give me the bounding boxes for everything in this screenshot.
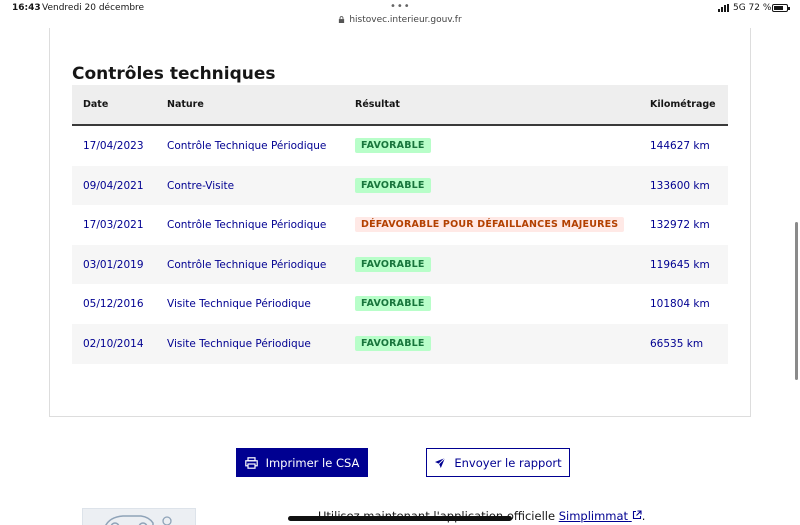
cell-result: FAVORABLE <box>355 335 431 351</box>
table-row: 05/12/2016 Visite Technique Périodique F… <box>72 284 728 324</box>
cell-result: FAVORABLE <box>355 256 431 272</box>
send-icon <box>435 457 446 468</box>
battery-fill <box>774 6 783 10</box>
cell-km: 132972 km <box>650 219 710 232</box>
status-badge: FAVORABLE <box>355 256 431 272</box>
header-km: Kilométrage <box>650 99 716 110</box>
status-badge: DÉFAVORABLE POUR DÉFAILLANCES MAJEURES <box>355 217 625 233</box>
cell-result: DÉFAVORABLE POUR DÉFAILLANCES MAJEURES <box>355 217 625 233</box>
status-badge: FAVORABLE <box>355 335 431 351</box>
cell-nature: Contrôle Technique Périodique <box>167 219 327 232</box>
table-row: 17/03/2021 Contrôle Technique Périodique… <box>72 205 728 245</box>
table-header: Date Nature Résultat Kilométrage <box>72 85 728 126</box>
external-link-icon <box>632 510 642 520</box>
cell-date: 05/12/2016 <box>83 298 144 311</box>
battery-icon <box>772 4 790 12</box>
cell-km: 119645 km <box>650 258 710 271</box>
cell-result: FAVORABLE <box>355 177 431 193</box>
inspections-table: Date Nature Résultat Kilométrage 17/04/2… <box>72 85 728 364</box>
cell-km: 66535 km <box>650 337 704 350</box>
send-report-button[interactable]: Envoyer le rapport <box>426 448 570 477</box>
cell-nature: Visite Technique Périodique <box>167 337 311 350</box>
printer-icon <box>244 456 258 469</box>
status-date: Vendredi 20 décembre <box>42 3 145 13</box>
status-badge: FAVORABLE <box>355 296 431 312</box>
header-nature: Nature <box>167 99 204 110</box>
header-date: Date <box>83 99 109 110</box>
cell-result: FAVORABLE <box>355 138 431 153</box>
cell-nature: Contrôle Technique Périodique <box>167 140 327 152</box>
cell-nature: Contre-Visite <box>167 179 235 192</box>
cell-km: 101804 km <box>650 298 710 311</box>
url-text: histovec.interieur.gouv.fr <box>349 15 462 25</box>
lock-icon <box>339 16 345 23</box>
app-promo-suffix: . <box>641 509 646 523</box>
cell-date: 09/04/2021 <box>83 179 144 192</box>
cell-date: 17/03/2021 <box>83 219 144 232</box>
app-promo-image <box>82 508 196 525</box>
table-row: 17/04/2023 Contrôle Technique Périodique… <box>72 126 728 166</box>
cell-result: FAVORABLE <box>355 296 431 312</box>
address-bar[interactable]: histovec.interieur.gouv.fr <box>0 15 800 25</box>
cell-km: 133600 km <box>650 179 710 192</box>
cell-date: 02/10/2014 <box>83 337 144 350</box>
status-bar: 16:43 Vendredi 20 décembre ••• histovec.… <box>0 0 800 30</box>
section-title: Contrôles techniques <box>72 64 276 84</box>
table-row: 02/10/2014 Visite Technique Périodique F… <box>72 323 728 364</box>
status-badge: FAVORABLE <box>355 138 431 153</box>
more-dots-icon[interactable]: ••• <box>390 1 411 12</box>
print-button-label: Imprimer le CSA <box>265 455 360 470</box>
cell-nature: Visite Technique Périodique <box>167 298 311 311</box>
car-illustration-icon <box>105 515 172 525</box>
cell-date: 17/04/2023 <box>83 140 144 152</box>
send-button-label: Envoyer le rapport <box>454 455 562 470</box>
page-scrollbar[interactable] <box>795 222 798 380</box>
simplimmat-link[interactable]: Simplimmat <box>559 509 642 523</box>
network-status: 5G 72 % <box>733 3 772 13</box>
signal-icon <box>718 4 732 12</box>
cell-km: 144627 km <box>650 140 710 152</box>
home-indicator[interactable] <box>288 516 512 521</box>
status-time: 16:43 <box>12 3 41 13</box>
table-row: 03/01/2019 Contrôle Technique Périodique… <box>72 244 728 285</box>
cell-date: 03/01/2019 <box>83 258 144 271</box>
cell-nature: Contrôle Technique Périodique <box>167 258 327 271</box>
header-result: Résultat <box>355 99 400 110</box>
table-row: 09/04/2021 Contre-Visite FAVORABLE 13360… <box>72 165 728 206</box>
print-button[interactable]: Imprimer le CSA <box>236 448 368 477</box>
table-body: 17/04/2023 Contrôle Technique Périodique… <box>72 126 728 364</box>
simplimmat-link-label: Simplimmat <box>558 509 629 523</box>
status-badge: FAVORABLE <box>355 177 431 193</box>
